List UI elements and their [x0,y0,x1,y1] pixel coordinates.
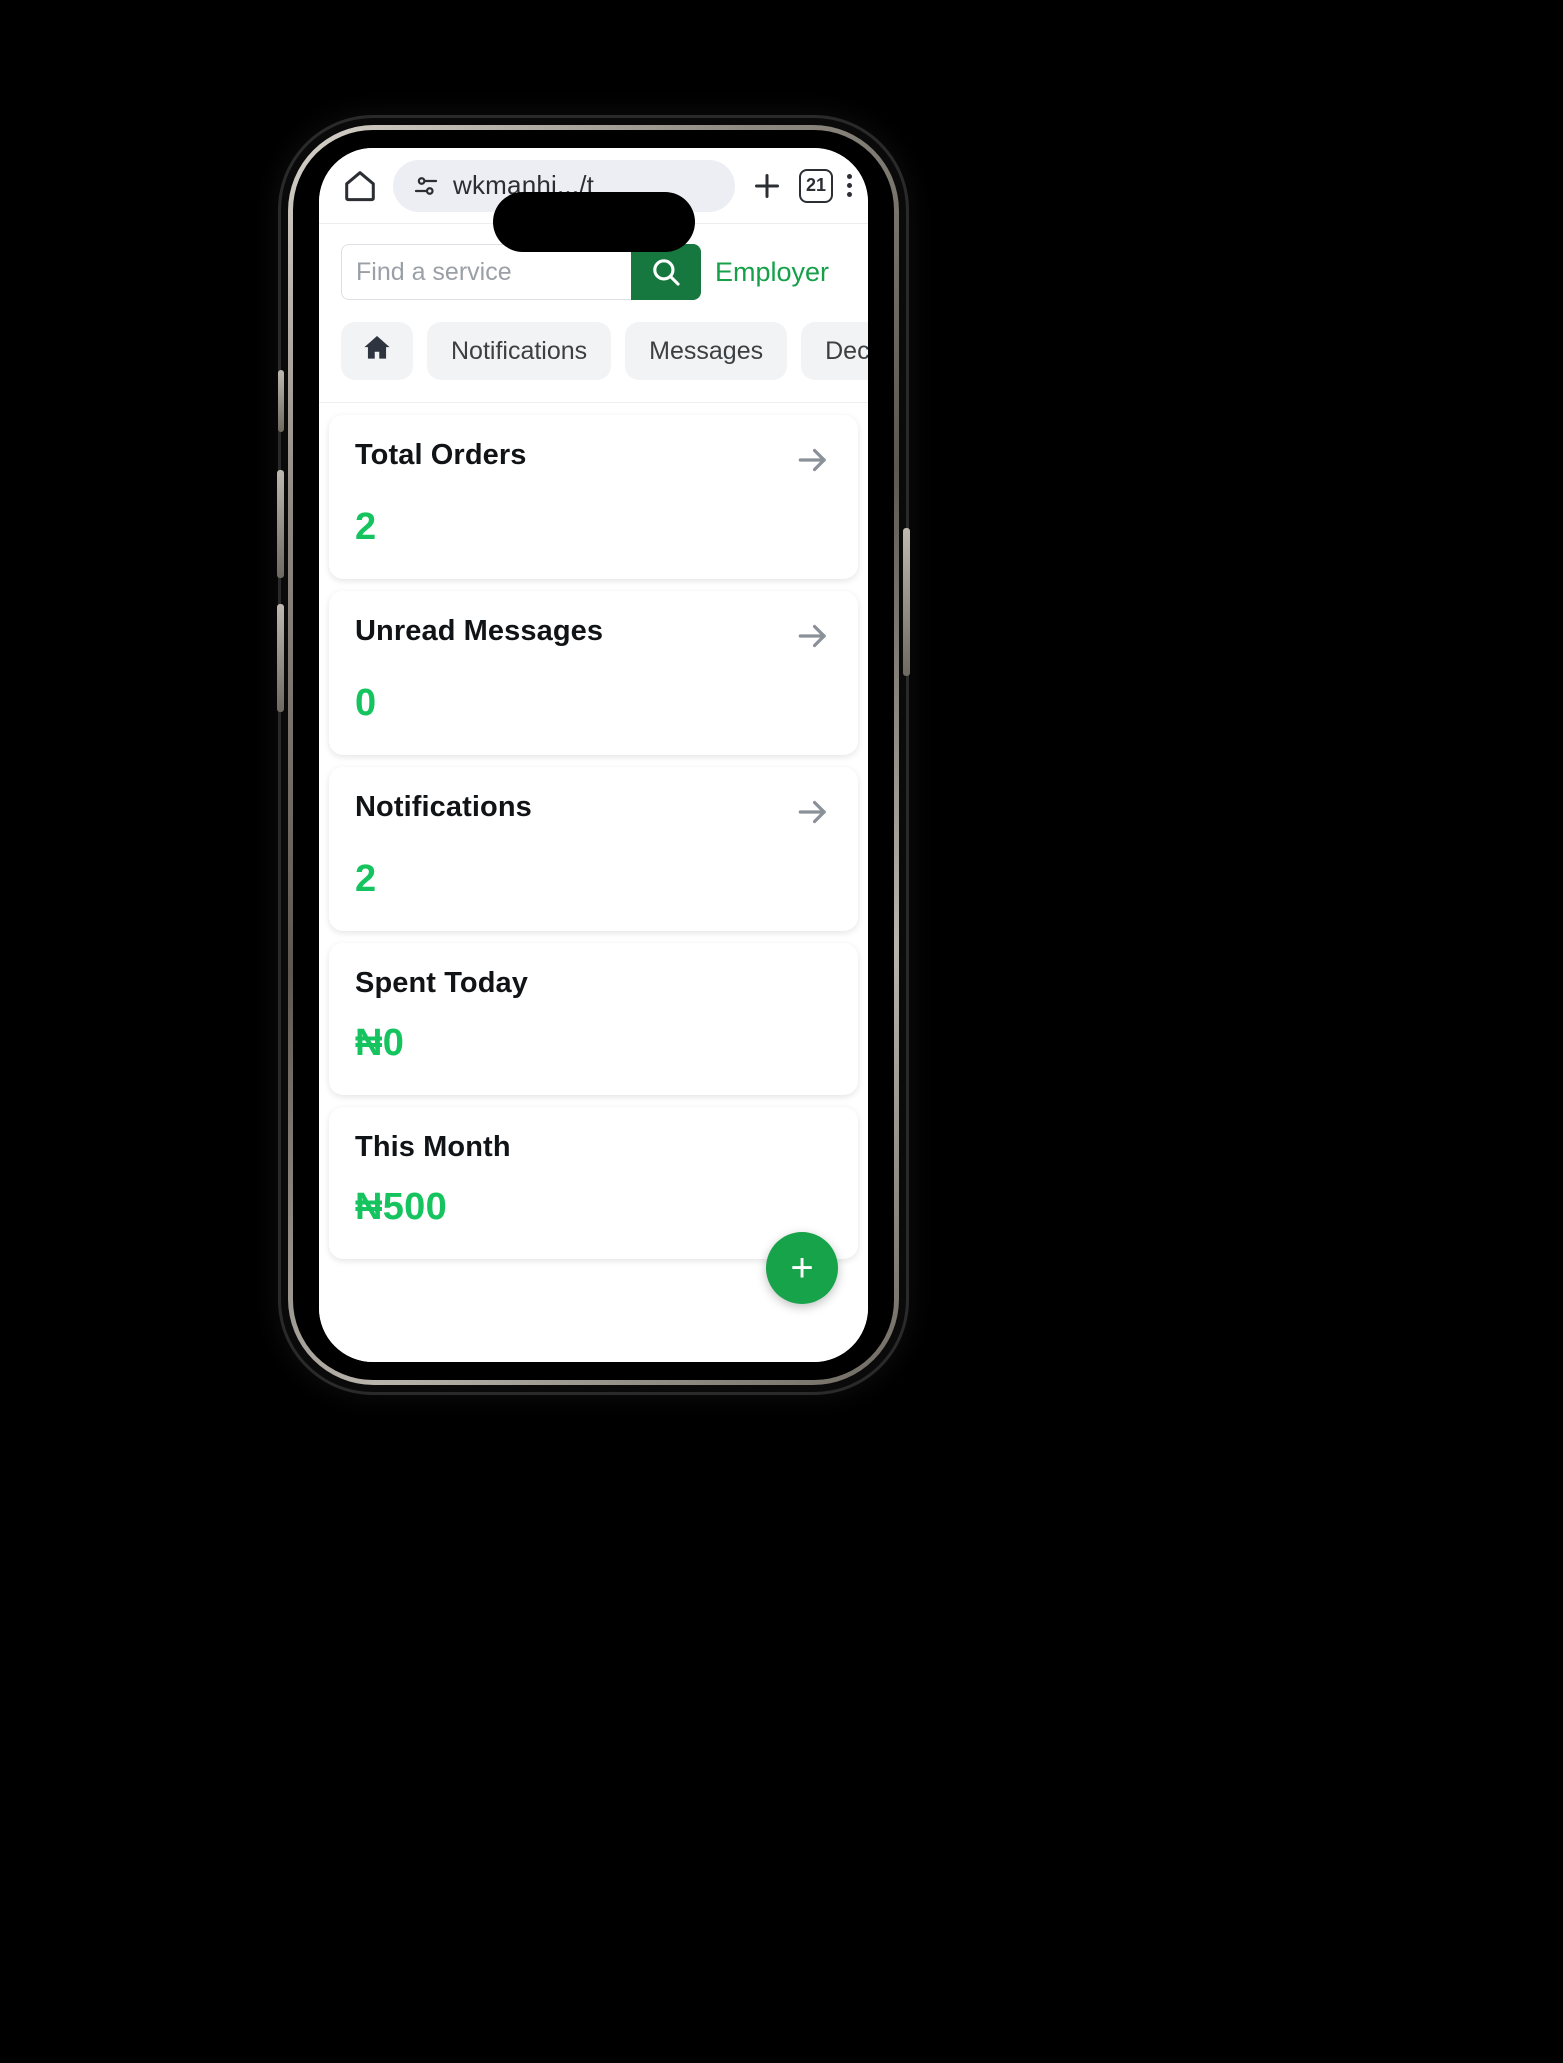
tab-decorations[interactable]: Decorat [801,322,868,380]
tab-label: Messages [649,336,764,365]
employer-link[interactable]: Employer [715,257,829,288]
home-icon[interactable] [341,167,379,205]
card-title: Unread Messages [355,615,604,647]
card-title: Notifications [355,791,532,823]
phone-device: wkmanhi.../t 21 Find a service Employer … [277,118,910,1392]
volume-down-button[interactable] [277,604,284,712]
card-total-orders[interactable]: Total Orders 2 [329,415,858,579]
card-notifications[interactable]: Notifications 2 [329,767,858,931]
card-value: ₦500 [355,1186,448,1228]
card-title: This Month [355,1131,511,1163]
card-value: 0 [355,682,377,724]
page-content: Employer Notifications Messag [319,224,868,1362]
power-button[interactable] [903,528,910,676]
kebab-menu-icon[interactable] [847,174,852,197]
search-button[interactable] [631,244,701,300]
card-this-month[interactable]: This Month ₦500 [329,1107,858,1259]
arrow-right-icon[interactable] [794,793,832,836]
card-title: Spent Today [355,967,528,999]
arrow-right-icon[interactable] [794,617,832,660]
search-bar [341,244,701,300]
card-value: ₦0 [355,1022,405,1064]
volume-up-button[interactable] [277,470,284,578]
card-title: Total Orders [355,439,527,471]
dynamic-island [492,192,695,252]
stats-card-list: Total Orders 2 Unread Messages 0 Notific… [319,415,868,1259]
tab-count-label: 21 [799,168,833,203]
site-settings-icon[interactable] [411,171,441,201]
new-tab-button[interactable] [749,168,785,204]
tab-label: Notifications [451,336,588,365]
phone-screen: wkmanhi.../t 21 Find a service Employer … [319,148,868,1362]
card-spent-today[interactable]: Spent Today ₦0 [329,943,858,1095]
tab-notifications[interactable]: Notifications [427,322,612,380]
nav-tabs: Notifications Messages Decorat [319,318,868,403]
card-unread-messages[interactable]: Unread Messages 0 [329,591,858,755]
home-icon [361,332,393,371]
tab-messages[interactable]: Messages [625,322,788,380]
screenshot-stage: wkmanhi.../t 21 Find a service Employer … [0,0,1563,2063]
card-value: 2 [355,506,377,548]
card-value: 2 [355,858,377,900]
tab-switcher-button[interactable]: 21 [799,168,833,203]
arrow-right-icon[interactable] [794,441,832,484]
tab-home[interactable] [341,322,413,380]
add-button[interactable]: + [766,1232,838,1304]
silent-switch-button[interactable] [278,370,284,432]
search-input[interactable] [341,244,631,300]
tab-label: Decorat [825,336,868,365]
